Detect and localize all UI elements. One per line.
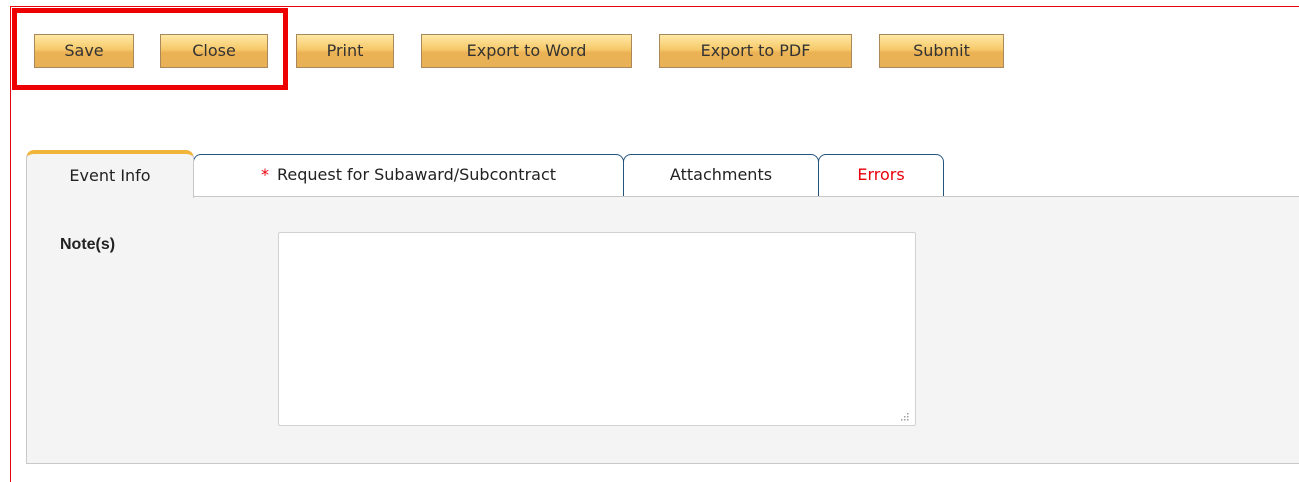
print-button[interactable]: Print xyxy=(296,34,394,68)
export-to-word-button[interactable]: Export to Word xyxy=(421,34,632,68)
notes-label: Note(s) xyxy=(60,236,116,253)
tab-request-for-subaward[interactable]: * Request for Subaward/Subcontract xyxy=(193,154,624,196)
resize-grip-icon[interactable] xyxy=(898,410,910,422)
frame-border-left xyxy=(10,6,11,482)
tab-label: Request for Subaward/Subcontract xyxy=(276,165,557,184)
tab-label: Attachments xyxy=(669,165,773,184)
highlight-annotation-box xyxy=(12,8,288,90)
required-marker: * xyxy=(260,165,269,184)
tab-label: Event Info xyxy=(69,166,151,185)
tab-event-info[interactable]: Event Info xyxy=(26,150,194,198)
tab-attachments[interactable]: Attachments xyxy=(623,154,819,196)
tab-strip-divider xyxy=(943,196,1299,197)
notes-textarea[interactable] xyxy=(278,232,916,426)
page: Save Close Print Export to Word Export t… xyxy=(0,0,1299,482)
submit-button[interactable]: Submit xyxy=(879,34,1004,68)
tab-errors[interactable]: Errors xyxy=(818,154,944,196)
tab-label: Errors xyxy=(857,165,905,184)
frame-border-top xyxy=(10,6,1299,7)
export-to-pdf-button[interactable]: Export to PDF xyxy=(659,34,852,68)
